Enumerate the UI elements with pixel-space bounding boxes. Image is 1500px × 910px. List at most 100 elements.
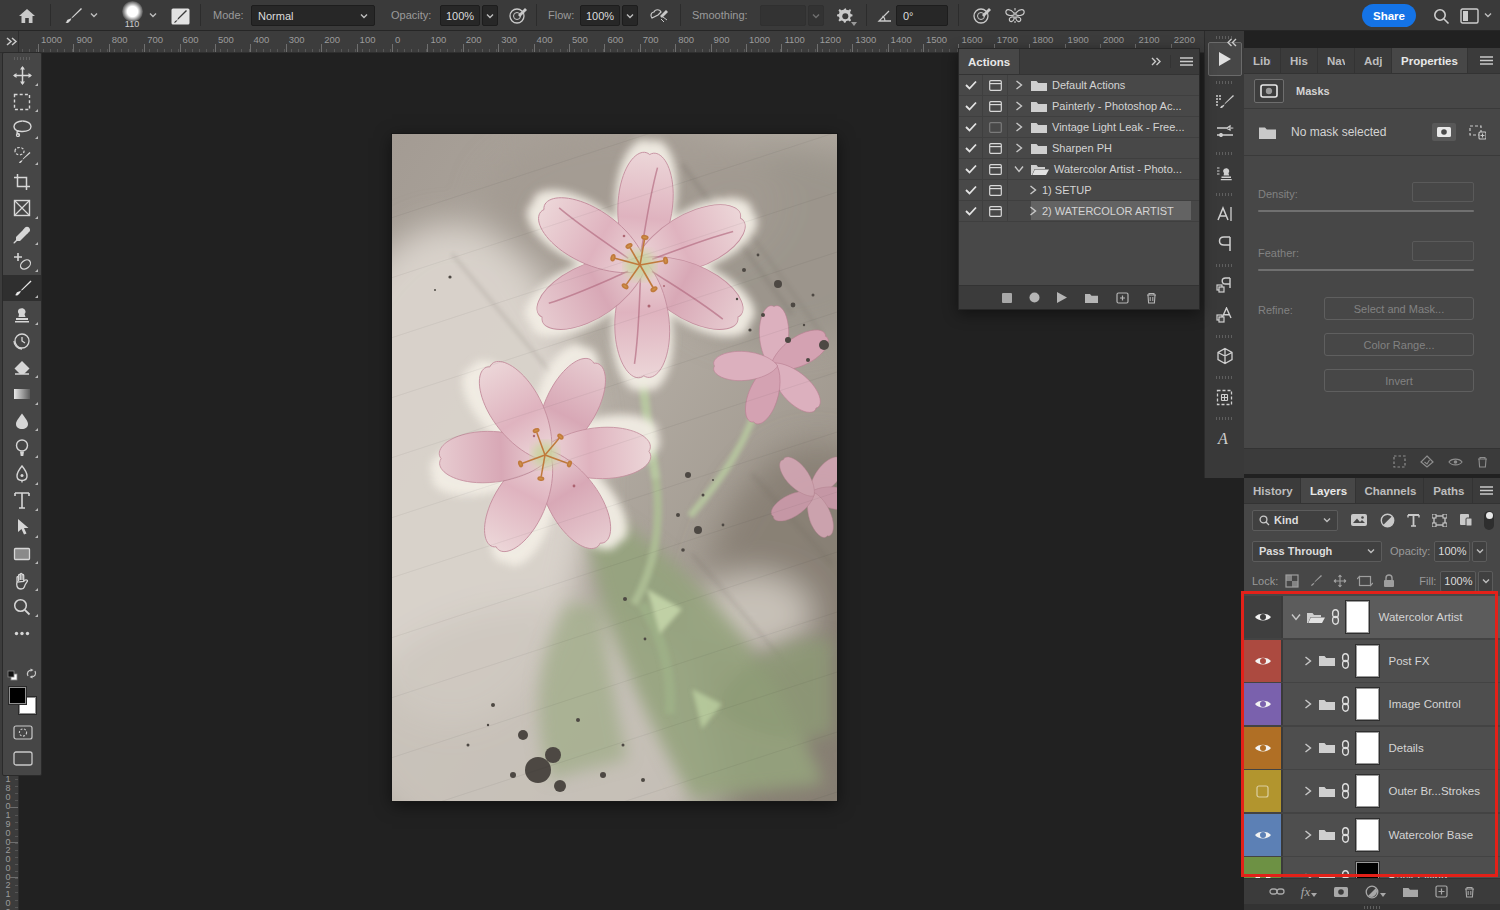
default-colors-icon[interactable] — [7, 667, 19, 679]
character-styles-dock-icon[interactable] — [1208, 300, 1242, 330]
workspace-icon[interactable] — [1458, 5, 1480, 27]
filter-smart-object-icon[interactable] — [1459, 513, 1473, 527]
share-button[interactable]: Share — [1362, 4, 1416, 27]
layer-mask-thumbnail[interactable] — [1356, 688, 1379, 720]
layer-main[interactable]: Image Control — [1283, 683, 1500, 725]
edit-toolbar-icon[interactable] — [3, 620, 41, 647]
smoothing-gear-icon[interactable] — [833, 4, 857, 28]
new-set-icon[interactable] — [1084, 292, 1099, 304]
new-group-icon[interactable] — [1402, 886, 1419, 898]
zoom-tool[interactable] — [3, 594, 41, 621]
filter-type-icon[interactable] — [1407, 514, 1420, 527]
clone-stamp-tool[interactable] — [3, 301, 41, 328]
filter-shape-icon[interactable] — [1432, 514, 1447, 527]
layer-expand-icon[interactable] — [1301, 656, 1315, 666]
layer-main[interactable]: Post FX — [1283, 640, 1500, 682]
action-dialog-toggle-icon[interactable] — [983, 96, 1008, 117]
action-row[interactable]: Watercolor Artist - Photo... — [959, 159, 1199, 180]
action-check-icon[interactable] — [959, 117, 983, 138]
lock-transparency-icon[interactable] — [1285, 574, 1299, 588]
layer-row[interactable]: Image Control — [1244, 683, 1500, 725]
action-check-icon[interactable] — [959, 75, 983, 96]
tab-layers[interactable]: Layers — [1301, 478, 1356, 503]
layer-main[interactable]: Watercolor Artist — [1283, 596, 1500, 638]
dodge-tool[interactable] — [3, 434, 41, 461]
pressure-opacity-icon[interactable] — [506, 4, 530, 28]
layer-visibility-toggle[interactable] — [1244, 683, 1281, 725]
action-row[interactable]: Painterly - Photoshop Ac... — [959, 96, 1199, 117]
actions-menu-icon[interactable] — [1173, 49, 1199, 74]
new-adjustment-layer-icon[interactable] — [1365, 885, 1386, 899]
delete-action-icon[interactable] — [1146, 292, 1157, 304]
opacity-value-box[interactable]: 100% — [440, 5, 480, 26]
layers-opacity-chevron-icon[interactable] — [1472, 541, 1487, 562]
brush-tool[interactable] — [3, 275, 41, 302]
smoothing-value-box[interactable] — [760, 5, 806, 26]
brushes-dock-icon[interactable] — [1208, 117, 1242, 147]
action-row[interactable]: 2) WATERCOLOR ARTIST — [959, 201, 1199, 222]
layer-visibility-toggle[interactable] — [1244, 814, 1281, 856]
layer-row[interactable]: Details — [1244, 727, 1500, 769]
layer-expand-icon[interactable] — [1301, 786, 1315, 796]
layer-main[interactable]: Watercolor Base — [1283, 814, 1500, 856]
play-icon[interactable] — [1057, 292, 1067, 303]
action-row[interactable]: 1) SETUP — [959, 180, 1199, 201]
action-dialog-toggle-icon[interactable] — [983, 180, 1008, 201]
dock-collapse-icon[interactable] — [1223, 35, 1241, 49]
layer-visibility-toggle[interactable] — [1244, 727, 1281, 769]
action-check-icon[interactable] — [959, 138, 983, 159]
action-dialog-toggle-icon[interactable] — [983, 159, 1008, 180]
tab-history[interactable]: History — [1244, 478, 1301, 503]
angle-value-box[interactable]: 0° — [896, 5, 948, 26]
layer-main[interactable]: Back Filling — [1283, 857, 1500, 878]
filter-image-icon[interactable] — [1350, 513, 1368, 527]
layer-visibility-toggle[interactable] — [1244, 640, 1281, 682]
glyphs-dock-icon[interactable]: A — [1208, 423, 1242, 453]
action-check-icon[interactable] — [959, 96, 983, 117]
layer-expand-icon[interactable] — [1289, 613, 1303, 621]
pressure-size-icon[interactable] — [970, 4, 994, 28]
layer-row[interactable]: Back Filling — [1244, 857, 1500, 878]
actions-collapse-icon[interactable] — [1144, 49, 1168, 74]
search-icon[interactable] — [1430, 5, 1452, 27]
blur-tool[interactable] — [3, 408, 41, 435]
layer-visibility-toggle[interactable] — [1244, 857, 1281, 878]
action-row[interactable]: Sharpen PH — [959, 138, 1199, 159]
home-icon[interactable] — [16, 5, 38, 27]
brush-tool-preset-icon[interactable] — [62, 4, 86, 28]
airbrush-icon[interactable] — [648, 4, 672, 28]
layer-row[interactable]: Watercolor Base — [1244, 814, 1500, 856]
action-expand-icon[interactable] — [1012, 80, 1026, 90]
action-expand-icon[interactable] — [1026, 185, 1040, 195]
action-expand-icon[interactable] — [1012, 101, 1026, 111]
character-dock-icon[interactable] — [1208, 199, 1242, 229]
3d-dock-icon[interactable] — [1208, 341, 1242, 371]
rectangular-marquee-tool[interactable] — [3, 89, 41, 116]
layer-mask-thumbnail[interactable] — [1356, 862, 1379, 878]
action-dialog-toggle-icon[interactable] — [983, 75, 1008, 96]
paint-symmetry-icon[interactable] — [1002, 4, 1028, 28]
lock-artboard-icon[interactable] — [1357, 574, 1373, 588]
layers-opacity-box[interactable]: 100% — [1434, 541, 1470, 562]
eraser-tool[interactable] — [3, 355, 41, 382]
brush-size-preview[interactable]: 110 — [119, 1, 145, 31]
action-dialog-toggle-icon[interactable] — [983, 138, 1008, 159]
layer-mask-thumbnail[interactable] — [1356, 732, 1379, 764]
action-check-icon[interactable] — [959, 201, 983, 222]
layer-mask-thumbnail[interactable] — [1356, 775, 1379, 807]
stop-icon[interactable] — [1002, 293, 1012, 303]
hand-tool[interactable] — [3, 567, 41, 594]
tab-properties[interactable]: Properties — [1392, 48, 1468, 73]
filter-toggle-pill[interactable] — [1484, 511, 1494, 530]
mode-dropdown[interactable]: Normal — [251, 5, 375, 26]
new-action-icon[interactable] — [1116, 292, 1129, 304]
tab-paths[interactable]: Paths — [1424, 478, 1473, 503]
action-row[interactable]: Default Actions — [959, 75, 1199, 96]
crop-tool[interactable] — [3, 168, 41, 195]
smoothing-chevron-icon[interactable] — [808, 5, 824, 26]
foreground-color-swatch[interactable] — [9, 687, 26, 704]
filter-adjustment-icon[interactable] — [1380, 513, 1395, 528]
tab-navig[interactable]: Navig — [1318, 48, 1355, 73]
record-icon[interactable] — [1029, 292, 1040, 303]
layer-expand-icon[interactable] — [1301, 830, 1315, 840]
